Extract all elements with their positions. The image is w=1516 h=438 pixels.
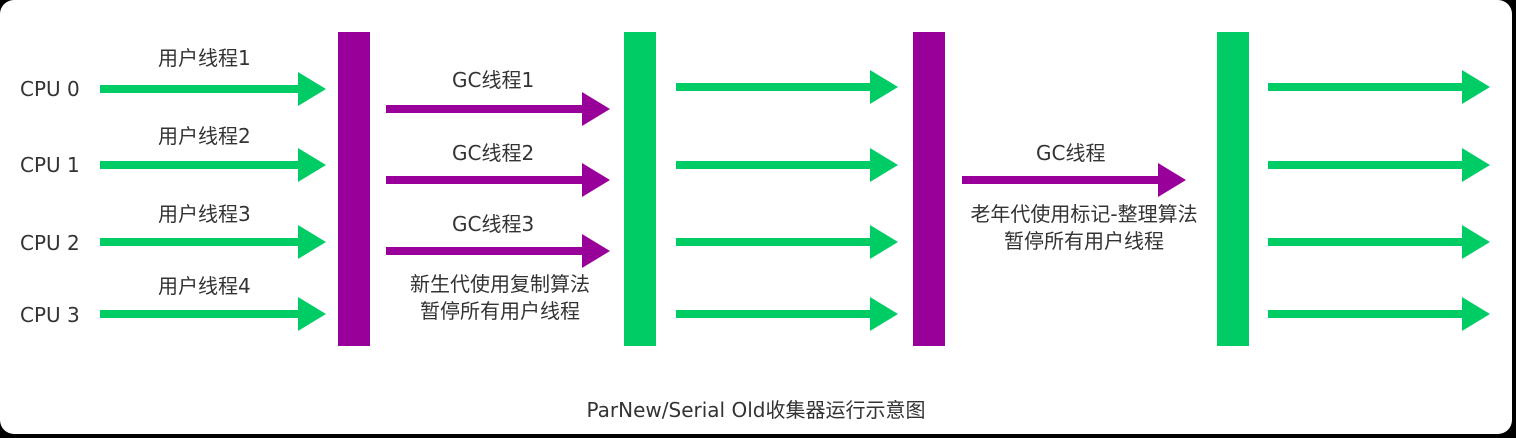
safepoint-bar-gc-end [1217,32,1249,346]
user-thread-arrow [676,148,898,182]
old-gc-caption-line2: 暂停所有用户线程 [1004,229,1164,253]
cpu-label-1: CPU 1 [20,153,80,177]
user-thread-arrow [676,70,898,104]
user-thread-arrow [1268,225,1490,259]
gc-thread-label-3: GC线程3 [452,212,535,236]
cpu-label-2: CPU 2 [20,231,80,255]
safepoint-bar-gc-start [338,32,370,346]
old-gc-thread-label: GC线程 [1036,141,1106,165]
gc-thread-arrow [962,163,1186,197]
user-thread-arrow [100,148,326,182]
young-gc-caption-line1: 新生代使用复制算法 [410,272,590,296]
user-thread-label-2: 用户线程2 [158,124,251,148]
diagram-caption: ParNew/Serial Old收集器运行示意图 [586,398,926,422]
gc-thread-label-1: GC线程1 [452,68,535,92]
gc-thread-arrow [386,163,610,197]
gc-thread-arrow [386,234,610,268]
diagram-canvas: CPU 0 CPU 1 CPU 2 CPU 3 用户线程1 用户线程2 用户线程… [0,0,1512,434]
gc-thread-label-2: GC线程2 [452,141,535,165]
user-thread-label-4: 用户线程4 [158,274,251,298]
user-thread-arrow [100,297,326,331]
safepoint-bar-gc-end [624,32,656,346]
user-thread-label-1: 用户线程1 [158,46,251,70]
user-thread-label-3: 用户线程3 [158,202,251,226]
user-thread-arrow [676,225,898,259]
user-thread-arrow [676,297,898,331]
young-gc-caption-line2: 暂停所有用户线程 [420,299,580,323]
user-thread-arrow [100,72,326,106]
old-gc-caption-line1: 老年代使用标记-整理算法 [970,202,1198,226]
user-thread-arrow [100,225,326,259]
cpu-label-0: CPU 0 [20,77,80,101]
safepoint-bar-gc-start [913,32,945,346]
cpu-label-3: CPU 3 [20,303,80,327]
user-thread-arrow [1268,297,1490,331]
gc-thread-arrow [386,92,610,126]
user-thread-arrow [1268,148,1490,182]
user-thread-arrow [1268,70,1490,104]
